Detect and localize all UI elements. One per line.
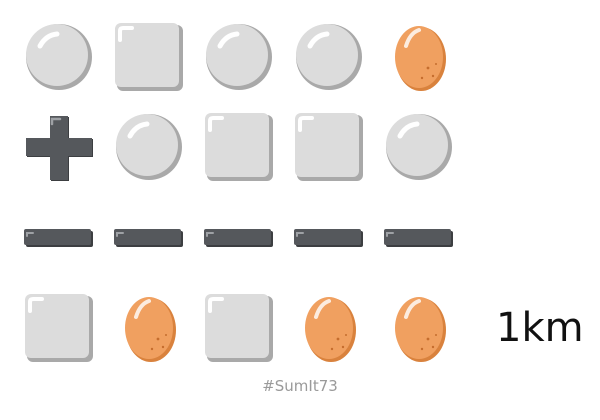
row1-item1-circle-icon (24, 22, 94, 92)
row2-item1-circle-icon (114, 112, 184, 182)
plus-operator-icon (24, 112, 94, 182)
equals-bar-1-icon (24, 228, 94, 252)
equals-bar-3-icon (204, 228, 274, 252)
row3-item2-egg-icon (114, 293, 184, 363)
row3-item4-egg-icon (294, 293, 364, 363)
row1-item2-square-icon (114, 22, 184, 92)
hashtag-label: #SumIt73 (262, 377, 338, 395)
row3-item3-square-icon (204, 293, 274, 363)
row2-item3-square-icon (294, 112, 364, 182)
row3-item5-egg-icon (384, 293, 454, 363)
row1-item3-circle-icon (204, 22, 274, 92)
equals-bar-5-icon (384, 228, 454, 252)
row2-item4-circle-icon (384, 112, 454, 182)
row2-item2-square-icon (204, 112, 274, 182)
row1-item4-circle-icon (294, 22, 364, 92)
row3-item1-square-icon (24, 293, 94, 363)
row1-item5-egg-icon (384, 22, 454, 92)
equals-bar-2-icon (114, 228, 184, 252)
equals-bar-4-icon (294, 228, 364, 252)
puzzle-result: 1km (496, 305, 584, 351)
